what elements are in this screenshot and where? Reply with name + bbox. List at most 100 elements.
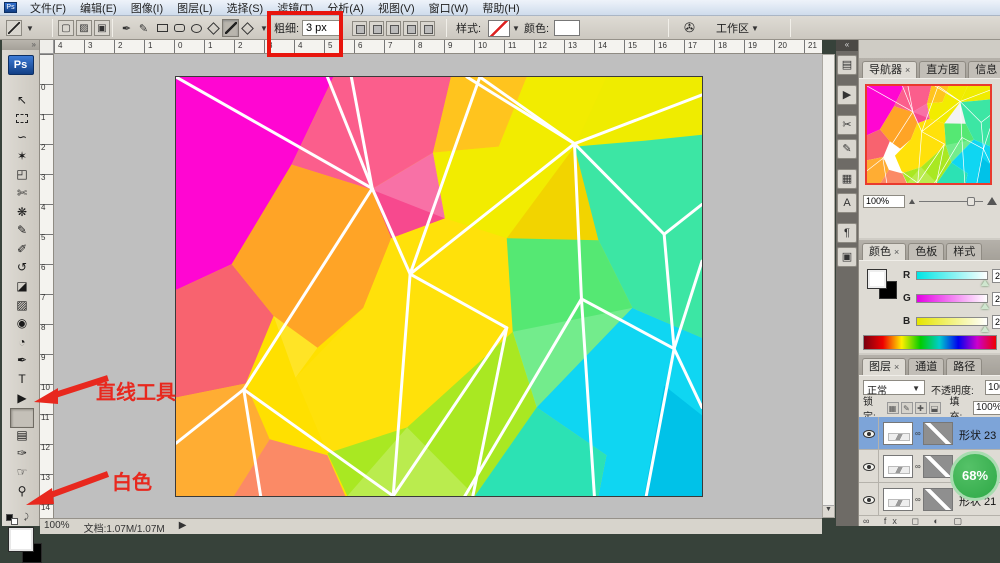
default-colors-icon[interactable] bbox=[6, 514, 22, 526]
channel-value[interactable]: 255 bbox=[992, 269, 1000, 283]
style-picker[interactable]: ▼ bbox=[488, 16, 522, 40]
actions-panel-icon[interactable]: ▶ bbox=[837, 85, 857, 105]
vector-mask-thumbnail[interactable] bbox=[923, 488, 953, 511]
tab-直方图[interactable]: 直方图 bbox=[919, 61, 966, 78]
draw-mode-icon[interactable]: ▢ bbox=[58, 20, 74, 36]
tab-图层[interactable]: 图层× bbox=[862, 358, 906, 375]
layer-row[interactable]: ∞形状 23 bbox=[859, 417, 1000, 450]
lock-icon[interactable]: ⬓ bbox=[929, 402, 941, 414]
channel-slider[interactable] bbox=[916, 271, 988, 280]
menu-item[interactable]: 窗口(W) bbox=[422, 0, 476, 16]
crop-tool[interactable]: ◰ bbox=[10, 166, 34, 183]
path-operation-icon[interactable] bbox=[403, 21, 418, 36]
notes-tool[interactable]: ▤ bbox=[10, 427, 34, 444]
artwork-image[interactable] bbox=[175, 76, 703, 497]
visibility-cell[interactable] bbox=[859, 483, 879, 516]
path-operation-icon[interactable] bbox=[386, 21, 401, 36]
line-tool-icon[interactable] bbox=[222, 19, 239, 37]
bridge-button[interactable]: ✇ bbox=[684, 16, 695, 40]
path-operation-icon[interactable] bbox=[352, 21, 367, 36]
layer-thumbnail[interactable] bbox=[883, 455, 913, 478]
eyedropper-tool[interactable]: ✑ bbox=[10, 445, 34, 462]
shape-color-picker[interactable] bbox=[554, 16, 580, 40]
slider-handle[interactable] bbox=[967, 197, 975, 206]
swatches-panel-icon[interactable]: ▤ bbox=[837, 55, 857, 75]
menu-item[interactable]: 帮助(H) bbox=[475, 0, 526, 16]
clone-source-panel-icon[interactable]: ▦ bbox=[837, 169, 857, 189]
visibility-cell[interactable] bbox=[859, 450, 879, 483]
layer-comps-panel-icon[interactable]: ▣ bbox=[837, 247, 857, 267]
tab-信息[interactable]: 信息 bbox=[968, 61, 1000, 78]
vector-mask-thumbnail[interactable] bbox=[923, 422, 953, 445]
slider-thumb-icon[interactable] bbox=[981, 326, 989, 332]
lock-icon[interactable]: ✎ bbox=[901, 402, 913, 414]
eye-icon[interactable] bbox=[863, 463, 875, 471]
path-select-tool[interactable]: ▶ bbox=[10, 390, 34, 407]
zoom-tool[interactable]: ⚲ bbox=[10, 483, 34, 500]
character-panel-icon[interactable]: A bbox=[837, 193, 857, 213]
ellipse-tool-icon[interactable] bbox=[188, 19, 205, 37]
lock-icon[interactable]: ✚ bbox=[915, 402, 927, 414]
navigator-thumbnail[interactable] bbox=[865, 84, 992, 185]
zoom-out-icon[interactable] bbox=[909, 199, 915, 204]
opacity-value[interactable]: 100% bbox=[985, 380, 1000, 395]
menu-item[interactable]: 文件(F) bbox=[23, 0, 73, 16]
brushes-panel-icon[interactable]: ✎ bbox=[837, 139, 857, 159]
fill-value[interactable]: 100% bbox=[973, 401, 1000, 415]
color-spectrum-bar[interactable] bbox=[863, 335, 997, 350]
vector-mask-thumbnail[interactable] bbox=[923, 455, 953, 478]
polygon-tool-icon[interactable] bbox=[205, 19, 222, 37]
eye-icon[interactable] bbox=[863, 496, 875, 504]
tab-色板[interactable]: 色板 bbox=[908, 243, 944, 260]
history-brush-tool[interactable]: ↺ bbox=[10, 259, 34, 276]
paragraph-panel-icon[interactable]: ¶ bbox=[837, 223, 857, 243]
pen-tool-icon[interactable]: ✎ bbox=[135, 22, 152, 35]
layer-thumbnail[interactable] bbox=[883, 488, 913, 511]
menu-item[interactable]: 选择(S) bbox=[220, 0, 271, 16]
pen-tool[interactable]: ✒ bbox=[10, 352, 34, 369]
toolbar-collapse-button[interactable]: » bbox=[2, 40, 39, 50]
draw-mode-icon[interactable]: ▣ bbox=[94, 20, 110, 36]
channel-slider[interactable] bbox=[916, 294, 988, 303]
menu-item[interactable]: 图层(L) bbox=[170, 0, 219, 16]
tab-导航器[interactable]: 导航器× bbox=[862, 61, 917, 78]
document-canvas-area[interactable] bbox=[54, 54, 822, 518]
slice-tool[interactable]: ✄ bbox=[10, 185, 34, 202]
tool-presets-panel-icon[interactable]: ✂ bbox=[837, 115, 857, 135]
marquee-tool[interactable] bbox=[10, 111, 34, 128]
pen-tool-icon[interactable]: ✒ bbox=[118, 22, 135, 35]
tool-preset-preview[interactable]: ▼ bbox=[6, 16, 36, 40]
vertical-scrollbar[interactable]: ▼ bbox=[822, 54, 835, 518]
draw-mode-icon[interactable]: ▨ bbox=[76, 20, 92, 36]
tab-颜色[interactable]: 颜色× bbox=[862, 243, 906, 260]
tab-路径[interactable]: 路径 bbox=[946, 358, 982, 375]
menu-item[interactable]: 视图(V) bbox=[371, 0, 422, 16]
menu-item[interactable]: 图像(I) bbox=[124, 0, 170, 16]
tab-样式[interactable]: 样式 bbox=[946, 243, 982, 260]
brush-tool[interactable]: ✎ bbox=[10, 222, 34, 239]
hand-tool[interactable]: ☞ bbox=[10, 464, 34, 481]
channel-slider[interactable] bbox=[916, 317, 988, 326]
blur-tool[interactable]: ◉ bbox=[10, 315, 34, 332]
path-operation-icon[interactable] bbox=[420, 21, 435, 36]
foreground-color-swatch[interactable] bbox=[8, 527, 34, 552]
eye-icon[interactable] bbox=[863, 430, 875, 438]
navigator-zoom-slider[interactable] bbox=[919, 201, 983, 202]
channel-value[interactable]: 255 bbox=[992, 292, 1000, 306]
menu-item[interactable]: 编辑(E) bbox=[73, 0, 124, 16]
clone-stamp-tool[interactable]: ✐ bbox=[10, 241, 34, 258]
zoom-in-icon[interactable] bbox=[987, 197, 997, 205]
slider-thumb-icon[interactable] bbox=[981, 303, 989, 309]
lock-icon[interactable]: ▦ bbox=[887, 402, 899, 414]
swap-colors-icon[interactable]: ⤸ bbox=[24, 512, 29, 522]
eraser-tool[interactable]: ◪ bbox=[10, 278, 34, 295]
scroll-down-arrow-icon[interactable]: ▼ bbox=[823, 505, 834, 517]
tab-通道[interactable]: 通道 bbox=[908, 358, 944, 375]
dock-collapse-button[interactable]: « bbox=[836, 40, 858, 51]
slider-thumb-icon[interactable] bbox=[981, 280, 989, 286]
quick-select-tool[interactable]: ✶ bbox=[10, 148, 34, 165]
type-tool[interactable]: T bbox=[10, 371, 34, 388]
layers-panel-buttons[interactable]: ∞ fx ◻ ◐ ▢ bbox=[863, 516, 1000, 526]
visibility-cell[interactable] bbox=[859, 417, 879, 450]
navigator-zoom-input[interactable] bbox=[863, 195, 905, 208]
